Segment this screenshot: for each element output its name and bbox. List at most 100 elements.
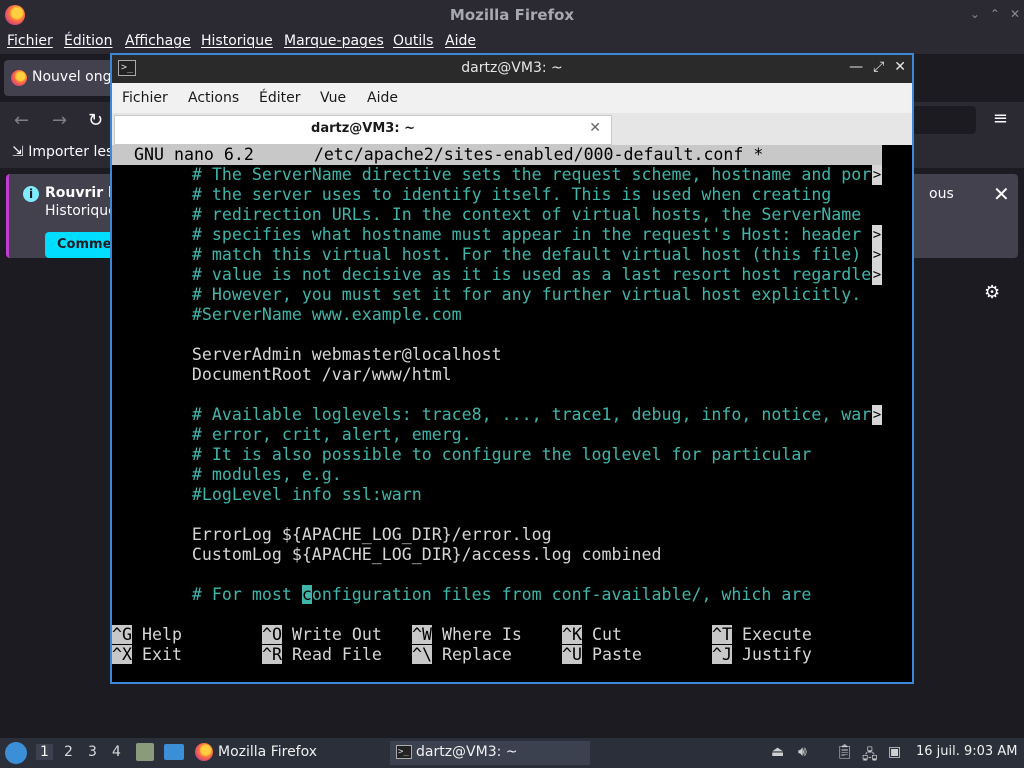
task-terminal[interactable]: dartz@VM3: ~	[390, 741, 590, 765]
nano-shortcut[interactable]: ^R Read File	[262, 645, 382, 665]
nano-line: ServerAdmin webmaster@localhost	[112, 345, 502, 364]
nano-line: # modules, e.g.	[112, 465, 342, 484]
hamburger-menu-icon[interactable]: ≡	[993, 108, 1008, 129]
firefox-tab-label: Nouvel ongl	[32, 69, 116, 85]
nano-line: # redirection URLs. In the context of vi…	[112, 205, 862, 224]
shortcut-key: ^T	[712, 625, 732, 644]
menu-edition[interactable]: Édition	[64, 33, 112, 49]
menu-fichier[interactable]: Fichier	[7, 33, 53, 49]
workspace-3[interactable]: 3	[88, 744, 97, 760]
workspace-4[interactable]: 4	[112, 744, 121, 760]
terminal-menu-editer[interactable]: Éditer	[259, 90, 300, 106]
shortcut-key: ^O	[262, 625, 282, 644]
notice-subtitle: Historique	[45, 203, 117, 219]
nano-shortcut[interactable]: ^T Execute	[712, 625, 812, 645]
url-bar[interactable]	[912, 106, 976, 134]
close-icon[interactable]: ✕	[1010, 7, 1020, 21]
nano-line: # It is also possible to configure the l…	[112, 445, 812, 464]
task-terminal-label: dartz@VM3: ~	[416, 744, 518, 760]
nano-line: # match this virtual host. For the defau…	[112, 245, 862, 264]
volume-icon[interactable]: 🔊︎	[798, 744, 807, 760]
terminal-titlebar[interactable]: >_ dartz@VM3: ~ — ⤢ ✕	[112, 55, 912, 83]
firefox-titlebar[interactable]: Mozilla Firefox ⌄ ⌃ ✕	[0, 0, 1024, 30]
show-desktop-icon[interactable]	[164, 744, 184, 760]
info-icon: i	[23, 186, 39, 202]
line-overflow-marker: >	[872, 245, 882, 265]
desktop: Mozilla Firefox ⌄ ⌃ ✕ Fichier Édition Af…	[0, 0, 1024, 768]
nano-shortcut[interactable]: ^O Write Out	[262, 625, 382, 645]
nano-shortcut[interactable]: ^U Paste	[562, 645, 642, 665]
nano-shortcut[interactable]: ^X Exit	[112, 645, 182, 665]
start-menu-icon[interactable]	[5, 742, 27, 764]
workspace-1[interactable]: 1	[36, 744, 53, 760]
forward-icon[interactable]: →	[52, 110, 67, 131]
shortcut-key: ^X	[112, 645, 132, 664]
notice-right-text: ous	[929, 186, 954, 202]
back-icon[interactable]: ←	[14, 110, 29, 131]
shortcut-label: Where Is	[431, 625, 522, 644]
nano-header-bar: GNU nano 6.2 /etc/apache2/sites-enabled/…	[112, 145, 882, 165]
clock[interactable]: 16 juil. 9:03 AM	[916, 744, 1017, 759]
firefox-menubar: Fichier Édition Affichage Historique Mar…	[0, 30, 1024, 54]
minimize-icon[interactable]: —	[849, 59, 863, 75]
minimize-icon[interactable]: ⌄	[970, 7, 980, 21]
nano-line: CustomLog ${APACHE_LOG_DIR}/access.log c…	[112, 545, 662, 564]
shortcut-label: Replace	[431, 645, 512, 664]
nano-line: #LogLevel info ssl:warn	[112, 485, 422, 504]
nano-editor[interactable]: GNU nano 6.2 /etc/apache2/sites-enabled/…	[112, 145, 912, 682]
terminal-tab[interactable]: dartz@VM3: ~ ✕	[114, 115, 612, 145]
terminal-window-controls: — ⤢ ✕	[849, 59, 906, 75]
notification-icon[interactable]: ▣	[888, 744, 901, 760]
file-manager-icon[interactable]	[136, 743, 154, 761]
nano-shortcut[interactable]: ^\ Replace	[412, 645, 512, 665]
shortcut-key: ^R	[262, 645, 282, 664]
network-icon[interactable]: 🖧	[862, 744, 878, 768]
shortcut-key: ^J	[712, 645, 732, 664]
close-icon[interactable]: ✕	[894, 59, 906, 75]
task-firefox[interactable]: Mozilla Firefox	[192, 741, 382, 765]
shortcut-key: ^U	[562, 645, 582, 664]
terminal-menu-fichier[interactable]: Fichier	[122, 90, 168, 106]
nano-shortcut[interactable]: ^G Help	[112, 625, 182, 645]
bookmark-import-label: Importer les	[28, 144, 114, 160]
nano-shortcut[interactable]: ^K Cut	[562, 625, 622, 645]
bookmark-import-item[interactable]: ⇲ Importer les	[12, 144, 113, 160]
shortcut-label: Justify	[731, 645, 812, 664]
shortcut-key: ^W	[412, 625, 432, 644]
terminal-window[interactable]: >_ dartz@VM3: ~ — ⤢ ✕ Fichier Actions Éd…	[110, 53, 914, 684]
terminal-icon: >_	[396, 745, 412, 759]
terminal-menu-vue[interactable]: Vue	[320, 90, 346, 106]
tab-close-icon[interactable]: ✕	[589, 120, 601, 136]
menu-outils[interactable]: Outils	[393, 33, 433, 49]
taskbar: 1 2 3 4 Mozilla Firefox dartz@VM3: ~ >_ …	[0, 738, 1024, 768]
notice-close-icon[interactable]: ✕	[993, 182, 1010, 206]
shortcut-key: ^G	[112, 625, 132, 644]
shortcut-key: ^\	[412, 645, 432, 664]
line-overflow-marker: >	[872, 405, 882, 425]
terminal-menubar: Fichier Actions Éditer Vue Aide	[112, 83, 912, 113]
menu-affichage[interactable]: Affichage	[125, 33, 191, 49]
firefox-window-controls: ⌄ ⌃ ✕	[970, 7, 1020, 21]
maximize-icon[interactable]: ⌃	[990, 7, 1000, 21]
nano-line: # The ServerName directive sets the requ…	[112, 165, 872, 184]
clipboard-icon[interactable]: 📋︎	[836, 744, 854, 760]
terminal-menu-actions[interactable]: Actions	[188, 90, 239, 106]
nano-shortcut[interactable]: ^W Where Is	[412, 625, 522, 645]
shortcut-label: Exit	[131, 645, 182, 664]
menu-historique[interactable]: Historique	[201, 33, 273, 49]
nano-line: # Available loglevels: trace8, ..., trac…	[112, 405, 872, 424]
shortcut-label: Execute	[731, 625, 812, 644]
menu-marque-pages[interactable]: Marque-pages	[284, 33, 384, 49]
nano-line: # value is not decisive as it is used as…	[112, 265, 872, 284]
line-overflow-marker: >	[872, 265, 882, 285]
shortcut-label: Paste	[581, 645, 642, 664]
menu-aide[interactable]: Aide	[445, 33, 476, 49]
terminal-tab-label: dartz@VM3: ~	[311, 121, 415, 136]
settings-gear-icon[interactable]: ⚙	[984, 282, 1000, 303]
reload-icon[interactable]: ↻	[88, 110, 103, 131]
terminal-menu-aide[interactable]: Aide	[367, 90, 398, 106]
workspace-2[interactable]: 2	[64, 744, 73, 760]
maximize-icon[interactable]: ⤢	[873, 59, 884, 75]
eject-icon[interactable]: ⏏	[771, 744, 784, 760]
nano-shortcut[interactable]: ^J Justify	[712, 645, 812, 665]
